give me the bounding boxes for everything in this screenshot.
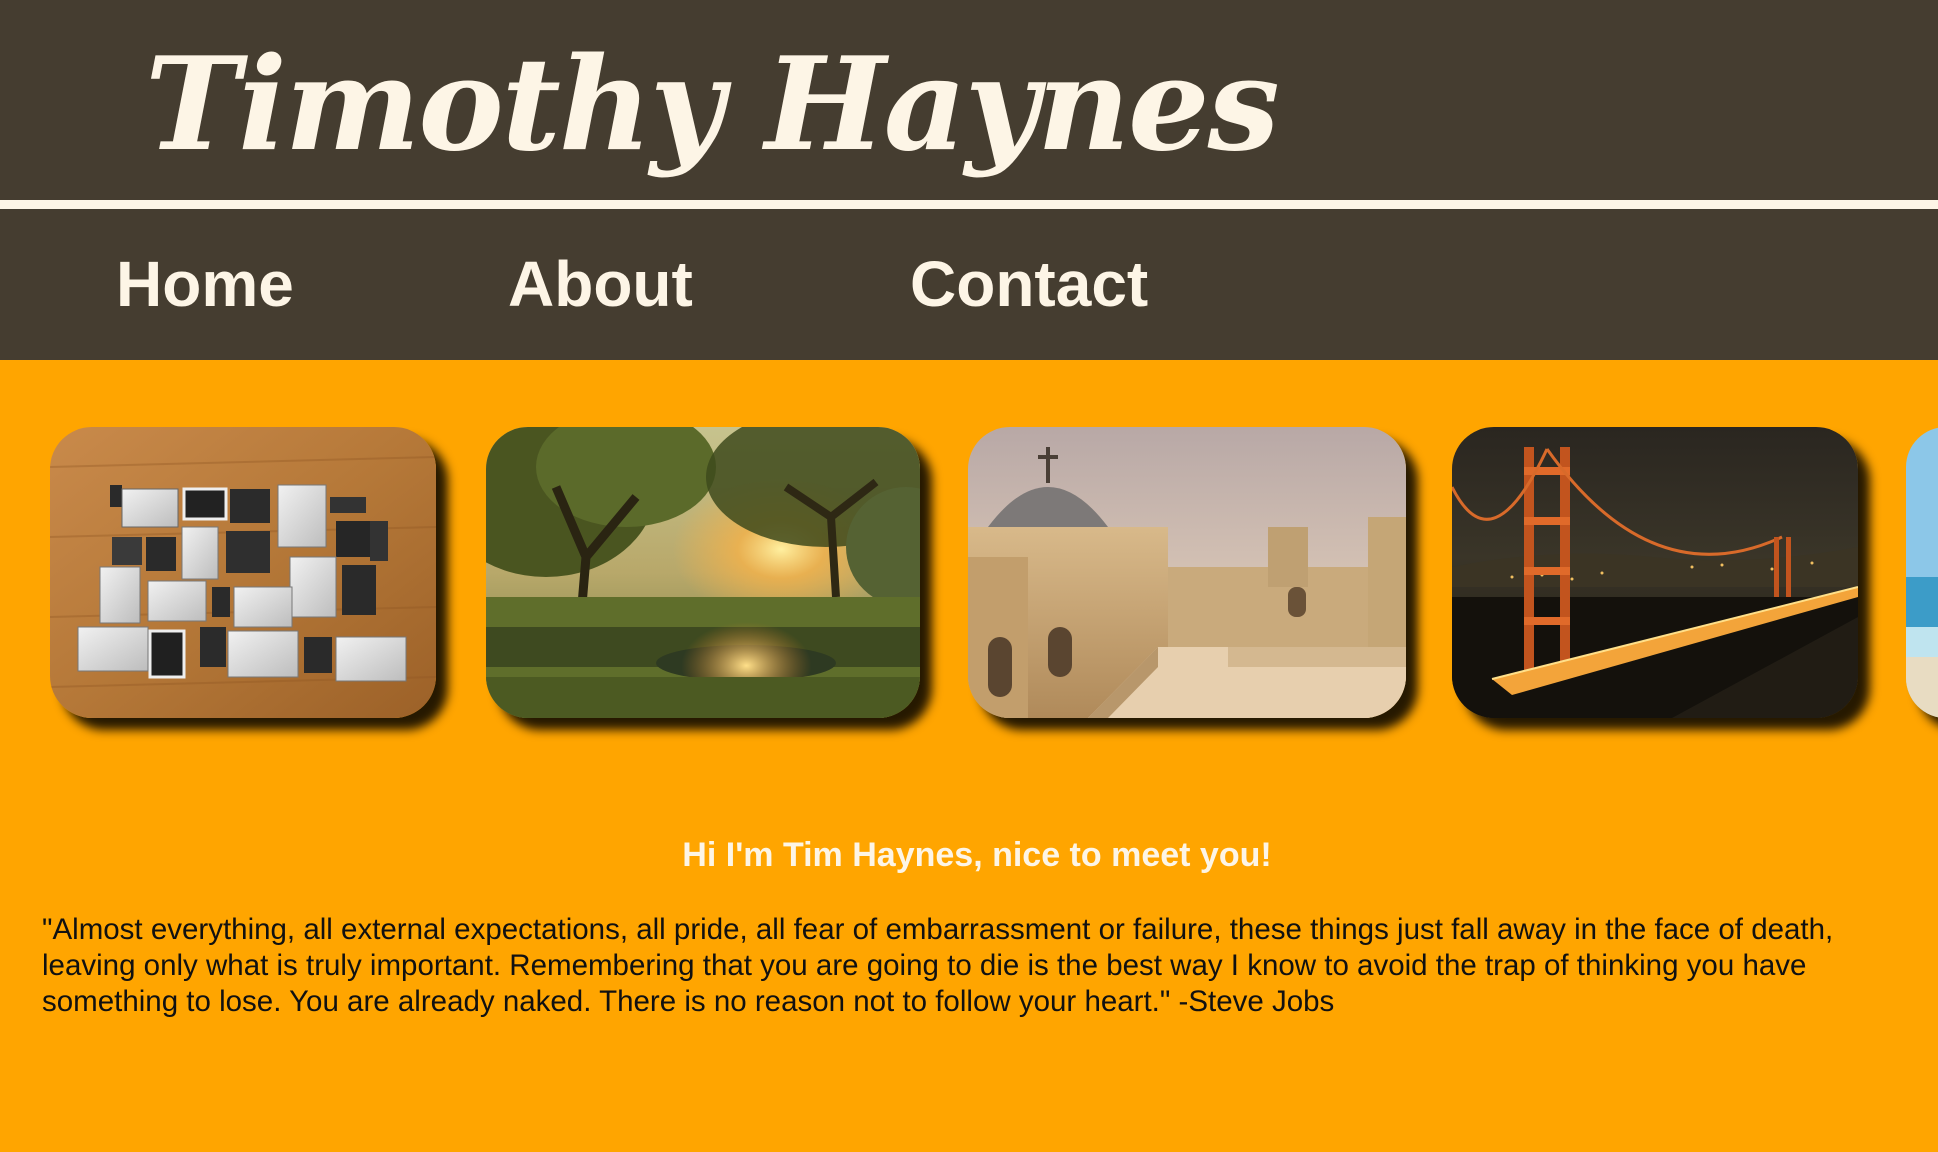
greeting-heading: Hi I'm Tim Haynes, nice to meet you! — [682, 836, 1272, 874]
main-nav: Home About Contact — [0, 209, 1938, 360]
church-dome-photo[interactable] — [968, 427, 1406, 718]
nav-home-link[interactable]: Home — [116, 239, 294, 329]
site-title: Timothy Haynes — [145, 30, 1280, 180]
quote-text: "Almost everything, all external expecta… — [42, 913, 1834, 1018]
golden-gate-bridge-photo[interactable] — [1452, 427, 1858, 718]
nav-contact-link[interactable]: Contact — [910, 239, 1148, 329]
beach-photo[interactable] — [1906, 427, 1938, 718]
site-header: Timothy Haynes — [0, 0, 1938, 200]
laptops-photo[interactable] — [50, 427, 436, 718]
nav-about-link[interactable]: About — [508, 239, 693, 329]
header-divider — [0, 200, 1938, 209]
park-sunset-photo[interactable] — [486, 427, 920, 718]
page: Timothy Haynes Home About Contact Hi I'm… — [0, 0, 1938, 1152]
photo-gallery — [0, 360, 1938, 760]
